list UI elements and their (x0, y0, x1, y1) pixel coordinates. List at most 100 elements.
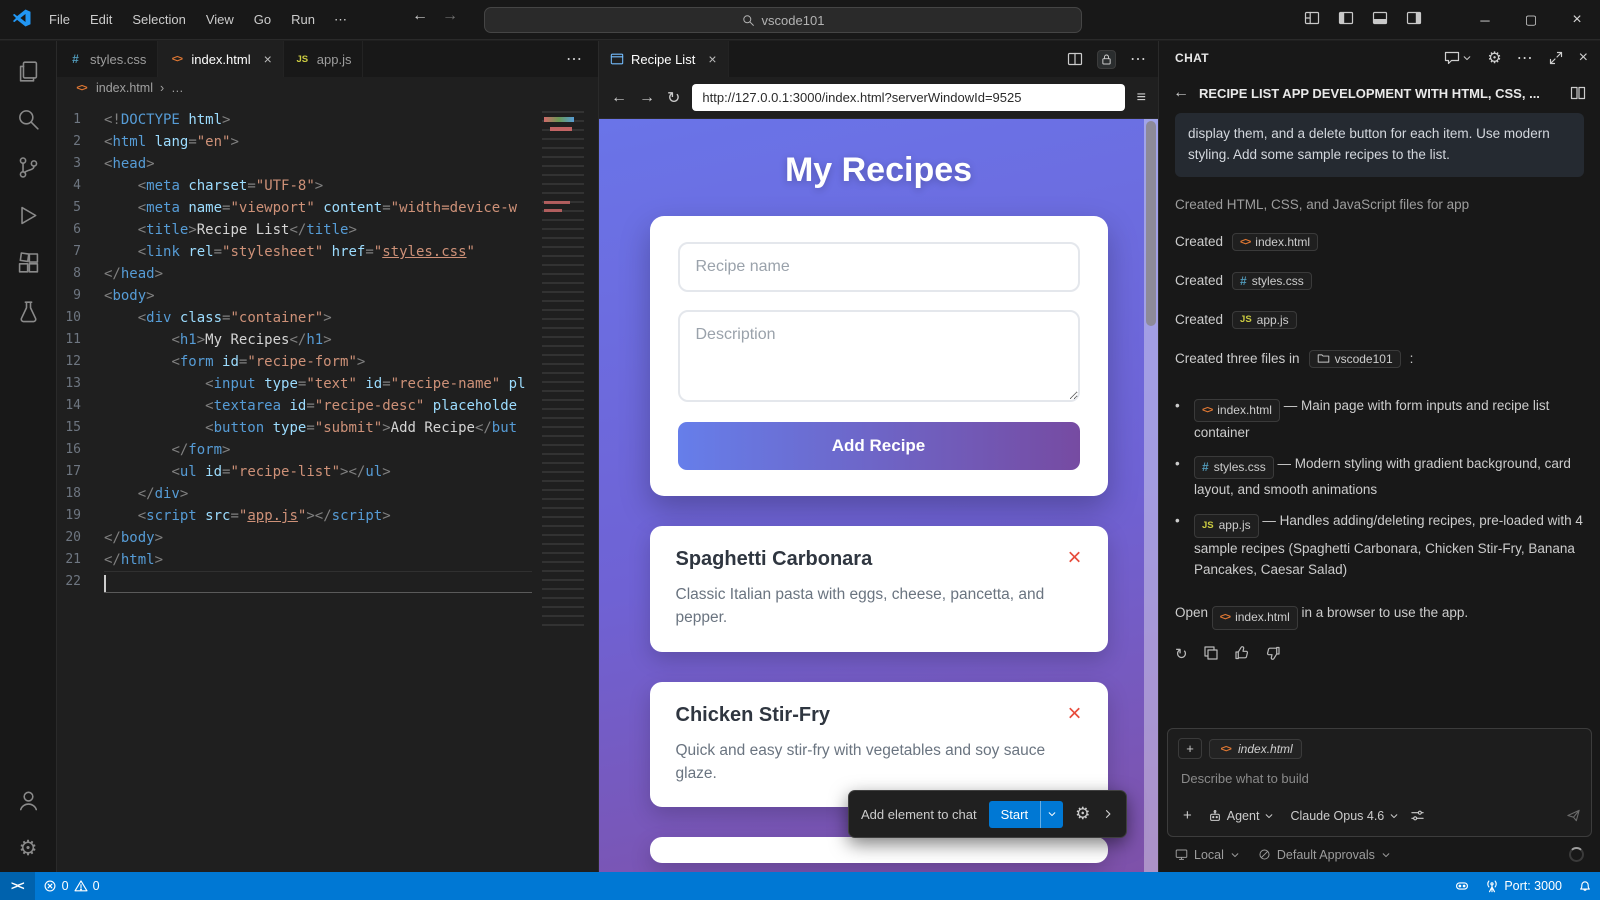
browser-back-icon[interactable]: ← (611, 89, 627, 107)
code-line[interactable]: 18 </div> (57, 483, 598, 505)
code-line[interactable]: 16 </form> (57, 439, 598, 461)
code-line[interactable]: 2<html lang="en"> (57, 131, 598, 153)
page-scrollbar[interactable] (1144, 119, 1158, 872)
chat-more-icon[interactable]: ⋯ (1517, 48, 1533, 68)
new-chat-dropdown[interactable] (1444, 50, 1472, 66)
port-forward-status[interactable]: Port: 3000 (1477, 872, 1570, 900)
search-sidebar-icon[interactable] (5, 95, 51, 143)
menu-file[interactable]: File (40, 8, 79, 32)
breadcrumb-file[interactable]: index.html (96, 81, 153, 95)
mode-picker[interactable]: Agent (1203, 806, 1280, 826)
chat-input-box[interactable]: + <> index.html Describe what to build +… (1167, 728, 1592, 837)
code-line[interactable]: 20</body> (57, 527, 598, 549)
menu-view[interactable]: View (197, 8, 243, 32)
file-chip-index-html[interactable]: <>index.html (1194, 399, 1280, 422)
notifications-bell[interactable] (1570, 872, 1600, 900)
tab-close-icon[interactable]: × (708, 51, 716, 67)
regenerate-icon[interactable]: ↻ (1175, 645, 1188, 663)
chat-close-icon[interactable]: × (1579, 49, 1588, 67)
settings-gear-icon[interactable]: ⚙ (5, 824, 51, 872)
code-line[interactable]: 22 (57, 571, 598, 593)
breadcrumb[interactable]: <> index.html › … (57, 77, 598, 99)
run-debug-icon[interactable] (5, 191, 51, 239)
file-chip-index-html[interactable]: <> index.html (1232, 233, 1318, 251)
menu-selection[interactable]: Selection (123, 8, 194, 32)
code-line[interactable]: 8</head> (57, 263, 598, 285)
open-in-editor-icon[interactable] (1570, 85, 1586, 101)
thumbs-up-icon[interactable] (1234, 645, 1250, 661)
add-recipe-button[interactable]: Add Recipe (678, 422, 1080, 470)
browser-refresh-icon[interactable]: ↻ (667, 88, 680, 108)
file-chip-app-js[interactable]: JS app.js (1232, 311, 1297, 329)
code-line[interactable]: 11 <h1>My Recipes</h1> (57, 329, 598, 351)
browser-menu-icon[interactable]: ≡ (1137, 89, 1146, 107)
code-line[interactable]: 14 <textarea id="recipe-desc" placeholde (57, 395, 598, 417)
page-scrollbar-thumb[interactable] (1146, 121, 1156, 326)
toolbar-gear-icon[interactable]: ⚙ (1075, 804, 1090, 824)
chat-settings-gear-icon[interactable]: ⚙ (1487, 48, 1501, 68)
editor-actions-more-icon[interactable]: ⋯ (550, 41, 598, 77)
code-line[interactable]: 5 <meta name="viewport" content="width=d… (57, 197, 598, 219)
code-line[interactable]: 17 <ul id="recipe-list"></ul> (57, 461, 598, 483)
approvals-picker[interactable]: Default Approvals (1258, 848, 1391, 862)
browser-more-icon[interactable]: ⋯ (1130, 49, 1146, 69)
code-line[interactable]: 7 <link rel="stylesheet" href="styles.cs… (57, 241, 598, 263)
command-center-search[interactable]: vscode101 (484, 7, 1082, 33)
url-bar[interactable]: http://127.0.0.1:3000/index.html?serverW… (692, 84, 1124, 111)
code-line[interactable]: 3<head> (57, 153, 598, 175)
code-editor[interactable]: 1<!DOCTYPE html>2<html lang="en">3<head>… (57, 99, 598, 872)
tab-app-js[interactable]: JS app.js (284, 41, 364, 77)
problems-indicator[interactable]: 0 0 (35, 872, 108, 900)
chat-input-placeholder[interactable]: Describe what to build (1181, 771, 1578, 786)
delete-recipe-icon[interactable]: × (1067, 704, 1081, 724)
remote-indicator[interactable]: >< (0, 872, 35, 900)
code-line[interactable]: 12 <form id="recipe-form"> (57, 351, 598, 373)
minimap[interactable] (536, 105, 598, 665)
file-chip-styles-css[interactable]: #styles.css (1194, 456, 1274, 479)
add-context-icon[interactable]: + (1178, 738, 1202, 759)
code-line[interactable]: 21</html> (57, 549, 598, 571)
chat-maximize-icon[interactable] (1548, 50, 1564, 66)
customize-layout-icon[interactable] (1304, 10, 1320, 26)
history-back-icon[interactable]: ← (412, 7, 428, 25)
menu-go[interactable]: Go (245, 8, 280, 32)
code-line[interactable]: 4 <meta charset="UTF-8"> (57, 175, 598, 197)
tab-recipe-list[interactable]: Recipe List × (599, 41, 729, 77)
start-button[interactable]: Start (989, 801, 1040, 828)
breadcrumb-symbol[interactable]: … (171, 81, 184, 95)
toolbar-next-icon[interactable] (1102, 808, 1114, 820)
window-minimize-icon[interactable]: ─ (1462, 0, 1508, 40)
code-line[interactable]: 13 <input type="text" id="recipe-name" p… (57, 373, 598, 395)
code-line[interactable]: 6 <title>Recipe List</title> (57, 219, 598, 241)
split-editor-icon[interactable] (1067, 51, 1083, 67)
code-line[interactable]: 15 <button type="submit">Add Recipe</but (57, 417, 598, 439)
environment-picker[interactable]: Local (1175, 848, 1240, 862)
menu-edit[interactable]: Edit (81, 8, 121, 32)
window-close-icon[interactable]: × (1554, 0, 1600, 40)
toggle-secondary-sidebar-icon[interactable] (1406, 10, 1422, 26)
menu-more-icon[interactable]: ⋯ (326, 8, 355, 32)
menu-run[interactable]: Run (282, 8, 324, 32)
tab-close-icon[interactable]: × (264, 51, 272, 67)
send-icon[interactable] (1566, 808, 1581, 823)
toggle-sidebar-icon[interactable] (1338, 10, 1354, 26)
source-control-icon[interactable] (5, 143, 51, 191)
file-chip-app-js[interactable]: JSapp.js (1194, 514, 1259, 537)
copilot-status[interactable] (1447, 872, 1477, 900)
tools-settings-icon[interactable] (1410, 808, 1425, 823)
file-chip-styles-css[interactable]: # styles.css (1232, 272, 1312, 290)
account-icon[interactable] (5, 776, 51, 824)
code-line[interactable]: 9<body> (57, 285, 598, 307)
recipe-description-textarea[interactable] (678, 310, 1080, 402)
code-line[interactable]: 19 <script src="app.js"></script> (57, 505, 598, 527)
browser-forward-icon[interactable]: → (639, 89, 655, 107)
copy-icon[interactable] (1203, 645, 1219, 661)
thumbs-down-icon[interactable] (1265, 645, 1281, 661)
recipe-name-input[interactable] (678, 242, 1080, 292)
window-maximize-icon[interactable]: ▢ (1508, 0, 1554, 40)
model-picker[interactable]: Claude Opus 4.6 (1285, 806, 1404, 826)
toggle-panel-icon[interactable] (1372, 10, 1388, 26)
chat-back-icon[interactable]: ← (1173, 84, 1189, 102)
history-forward-icon[interactable]: → (442, 7, 458, 25)
delete-recipe-icon[interactable]: × (1067, 548, 1081, 568)
